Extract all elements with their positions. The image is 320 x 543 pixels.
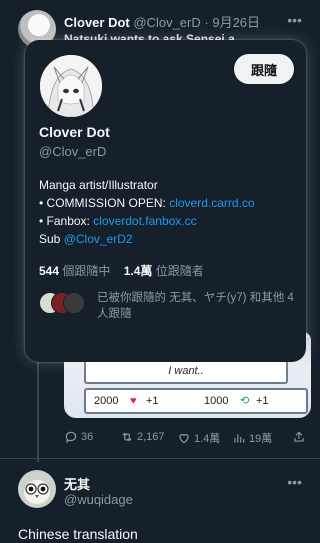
author-name[interactable]: Clover Dot <box>64 15 130 30</box>
bio-line: Sub @Clov_erD2 <box>39 232 133 246</box>
fanbox-link[interactable]: cloverdot.fanbox.cc <box>93 214 196 228</box>
retweet-count: 2,167 <box>137 431 165 443</box>
tweet-divider <box>0 458 320 459</box>
follow-button[interactable]: 跟隨 <box>234 54 294 84</box>
profile-handle[interactable]: @Clov_erD <box>39 144 106 159</box>
reply-author-name[interactable]: 无其 <box>64 474 90 493</box>
profile-bio: Manga artist/Illustrator • COMMISSION OP… <box>39 176 299 248</box>
owl-avatar-icon <box>24 480 50 504</box>
anime-avatar-icon <box>40 55 102 117</box>
author-handle[interactable]: @Clov_erD <box>133 15 200 30</box>
like-button[interactable]: 1.4萬 <box>177 430 220 446</box>
retweet-icon <box>122 432 132 442</box>
reply-button[interactable]: 36 <box>64 430 93 444</box>
image-stat1-value: 2000 <box>94 395 119 407</box>
heart-icon: ♥ <box>130 395 137 407</box>
following-link[interactable]: 544 個跟隨中 <box>39 264 110 278</box>
followers-link[interactable]: 1.4萬 位跟隨者 <box>124 264 204 278</box>
mutual-avatar <box>63 292 85 314</box>
sub-account-link[interactable]: @Clov_erD2 <box>64 232 133 246</box>
mutual-followers-avatars[interactable] <box>39 292 85 314</box>
retweet-icon: ⟲ <box>240 395 250 407</box>
image-stats-panel: 2000 ♥ +1 1000 ⟲ +1 <box>84 388 308 414</box>
tweet-actions: 36 2,167 1.4萬 19萬 <box>64 430 310 448</box>
tweet-header: Clover Dot @Clov_erD · 9月26日 <box>64 15 261 30</box>
profile-name[interactable]: Clover Dot <box>39 124 110 140</box>
views-count: 19萬 <box>249 433 273 445</box>
image-stat2-change: +1 <box>256 395 269 407</box>
profile-avatar[interactable] <box>38 53 104 119</box>
reply-count: 36 <box>81 431 94 443</box>
reply-author-avatar[interactable] <box>18 470 56 508</box>
views-button[interactable]: 19萬 <box>232 430 272 446</box>
mutual-followers-text[interactable]: 已被你跟隨的 无其、ヤチ(y7) 和其他 4 人跟隨 <box>97 290 297 322</box>
more-options-icon[interactable]: ••• <box>287 474 302 490</box>
tweet-date[interactable]: 9月26日 <box>212 15 260 30</box>
image-stat2-value: 1000 <box>204 395 229 407</box>
reply-author-handle[interactable]: @wuqidage <box>64 492 133 507</box>
bio-line: • COMMISSION OPEN: cloverd.carrd.co <box>39 196 255 210</box>
views-icon <box>234 434 245 443</box>
image-stat1-change: +1 <box>146 395 159 407</box>
reply-icon <box>65 431 77 443</box>
heart-icon <box>179 433 189 444</box>
retweet-button[interactable]: 2,167 <box>120 430 165 444</box>
follow-counts: 544 個跟隨中 1.4萬 位跟隨者 <box>39 262 204 279</box>
profile-hover-card: 跟隨 Clover Dot @Clov_erD Manga artist/Ill… <box>25 40 306 362</box>
like-count: 1.4萬 <box>194 433 221 445</box>
bio-line: • Fanbox: cloverdot.fanbox.cc <box>39 214 197 228</box>
share-button[interactable] <box>292 430 306 444</box>
bio-line: Manga artist/Illustrator <box>39 178 158 192</box>
commission-link[interactable]: cloverd.carrd.co <box>169 196 254 210</box>
share-icon <box>294 431 304 442</box>
more-options-icon[interactable]: ••• <box>287 12 302 28</box>
reply-text: Chinese translation <box>18 526 138 542</box>
